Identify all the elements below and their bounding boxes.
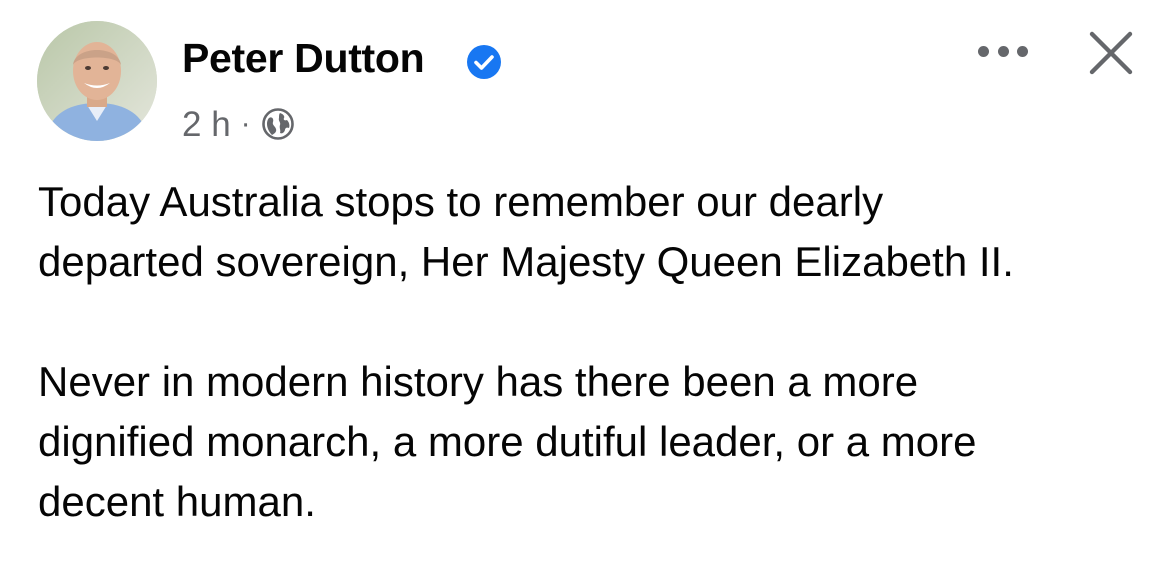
post-paragraph: Never in modern history has there been a… xyxy=(38,358,977,525)
close-icon[interactable] xyxy=(1086,28,1136,78)
verified-badge-icon xyxy=(467,45,501,79)
post-body: Today Australia stops to remember our de… xyxy=(38,172,1138,532)
more-dot xyxy=(1017,45,1028,57)
more-options-button[interactable] xyxy=(978,36,1028,66)
more-dot xyxy=(997,45,1009,57)
facebook-post: Peter Dutton 2 h · Today Australia stops… xyxy=(0,0,1170,573)
post-timestamp[interactable]: 2 h xyxy=(182,107,231,142)
author-avatar[interactable] xyxy=(37,21,157,141)
more-dot xyxy=(978,45,989,57)
post-meta: 2 h · xyxy=(182,104,295,144)
meta-separator: · xyxy=(240,107,251,140)
author-name[interactable]: Peter Dutton xyxy=(182,38,425,79)
avatar-photo xyxy=(37,21,157,141)
post-paragraph: Today Australia stops to remember our de… xyxy=(38,178,1014,285)
globe-icon[interactable] xyxy=(261,107,295,141)
